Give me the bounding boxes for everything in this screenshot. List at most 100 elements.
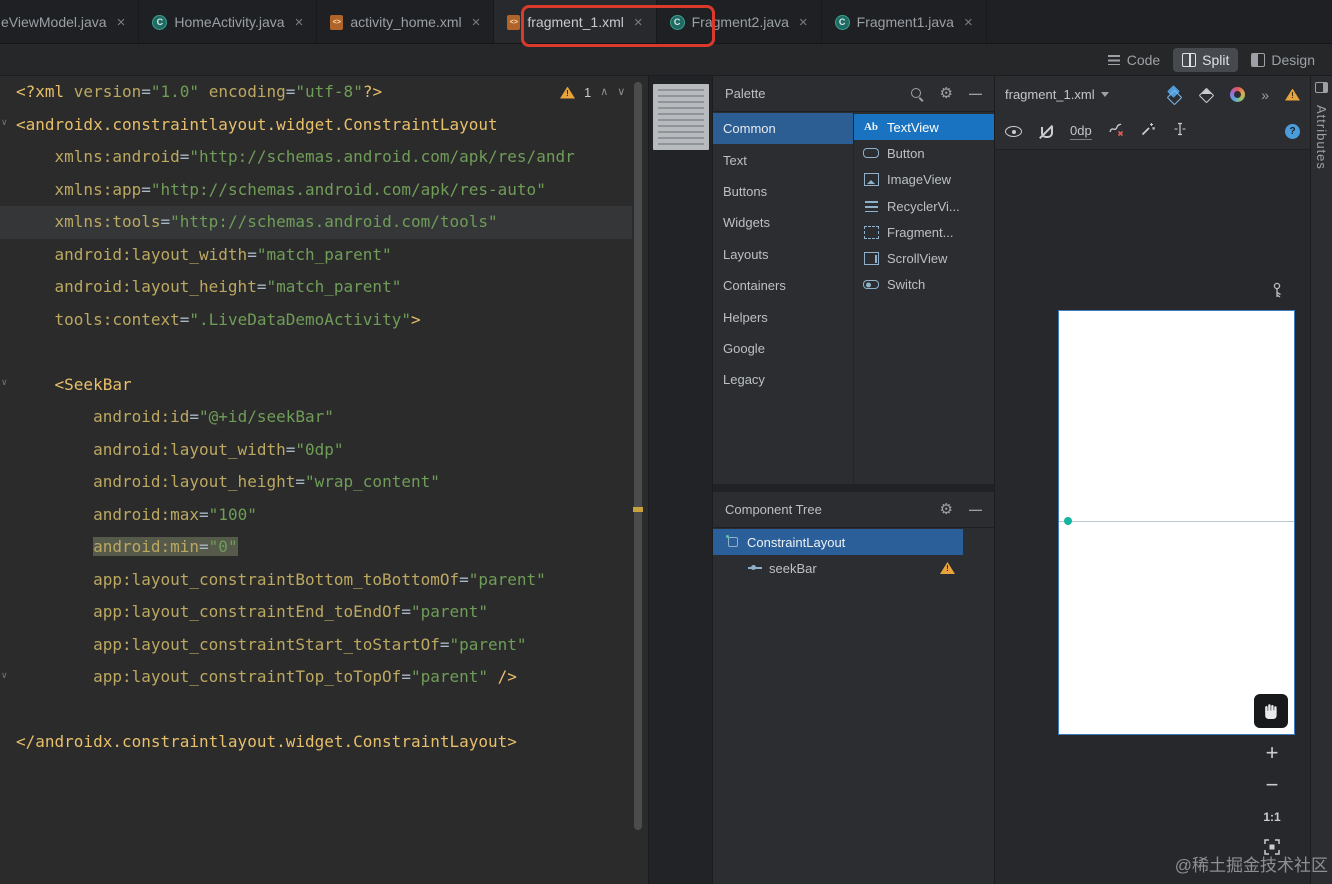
design-canvas[interactable]	[1058, 310, 1295, 735]
theme-color-wheel-icon[interactable]	[1230, 87, 1246, 102]
mode-label: Split	[1202, 51, 1230, 68]
palette-item-fragment[interactable]: Fragment...	[854, 219, 994, 245]
text-cursor-icon[interactable]	[1172, 121, 1188, 142]
warning-icon	[940, 562, 955, 574]
design-surface-layers-icon[interactable]	[1166, 87, 1182, 103]
palette-category-containers[interactable]: Containers	[713, 270, 853, 301]
minimap-preview	[653, 84, 709, 150]
palette-category-label: Common	[723, 121, 776, 137]
palette-category-google[interactable]: Google	[713, 333, 853, 364]
next-issue-chevron-icon[interactable]: ∨	[617, 87, 625, 98]
editor-tab-bar: eViewModel.java×HomeActivity.java×activi…	[0, 0, 1332, 44]
android-studio-window: eViewModel.java×HomeActivity.java×activi…	[0, 0, 1332, 884]
palette-item-imageview[interactable]: ImageView	[854, 167, 994, 193]
palette-category-label: Buttons	[723, 183, 768, 199]
chevron-down-icon	[1100, 92, 1109, 97]
panel-splitter[interactable]	[712, 484, 994, 492]
tab-label: HomeActivity.java	[174, 14, 285, 30]
fold-chevron-icon[interactable]: ∨	[1, 671, 8, 680]
code-line: </androidx.constraintlayout.widget.Const…	[16, 732, 517, 751]
palette-category-text[interactable]: Text	[713, 144, 853, 175]
textview-icon	[862, 120, 880, 134]
palette-category-legacy[interactable]: Legacy	[713, 364, 853, 395]
code-line: tools:context=".LiveDataDemoActivity">	[54, 309, 421, 329]
java-class-icon	[669, 14, 685, 30]
gear-icon[interactable]: ⚙	[940, 502, 953, 517]
seekbar-track	[1059, 521, 1294, 522]
design-toolbar-row-1: fragment_1.xml »	[995, 76, 1310, 113]
palette-item-label: ScrollView	[887, 251, 948, 267]
editor-tab-fragment1-java[interactable]: Fragment1.java ×	[821, 0, 987, 43]
editor-tab-activity-home-xml[interactable]: activity_home.xml ×	[317, 0, 495, 43]
palette-category-layouts[interactable]: Layouts	[713, 239, 853, 270]
editor-tab-homeactivity-java[interactable]: HomeActivity.java ×	[139, 0, 318, 43]
inspection-widget[interactable]: 1 ∧ ∨	[560, 85, 625, 100]
infer-constraints-wand-icon[interactable]	[1140, 121, 1156, 142]
code-line: android:id="@+id/seekBar"	[93, 407, 334, 426]
attributes-panel-strip[interactable]: Attributes	[1310, 76, 1332, 884]
zoom-actual-button[interactable]: 1:1	[1256, 802, 1288, 832]
tree-item-label: ConstraintLayout	[747, 534, 846, 550]
palette-category-helpers[interactable]: Helpers	[713, 301, 853, 332]
design-file-label: fragment_1.xml	[1005, 87, 1095, 102]
fragment-icon	[862, 225, 880, 239]
java-class-icon	[834, 14, 850, 30]
close-icon[interactable]: ×	[295, 15, 304, 30]
warning-stripe-mark[interactable]	[633, 507, 643, 512]
editor-tab-fragment-1-xml[interactable]: fragment_1.xml ×	[494, 0, 657, 43]
warning-icon	[560, 87, 575, 99]
layout-warning-icon[interactable]	[1285, 89, 1300, 101]
editor-tab-eviewmodel-java[interactable]: eViewModel.java ×	[0, 0, 140, 43]
blueprint-toggle-icon[interactable]	[1198, 87, 1214, 103]
more-actions-chevrons-icon[interactable]: »	[1261, 88, 1269, 102]
close-icon[interactable]: ×	[799, 15, 808, 30]
palette-category-label: Widgets	[723, 215, 770, 231]
mode-button-split[interactable]: Split	[1173, 47, 1239, 72]
design-toolbar-row-2: 0dp ?	[995, 113, 1310, 150]
fold-chevron-icon[interactable]: ∨	[1, 378, 8, 387]
editor-tab-fragment2-java[interactable]: Fragment2.java ×	[656, 0, 822, 43]
palette-category-label: Containers	[723, 278, 786, 294]
search-icon[interactable]	[910, 87, 924, 101]
design-file-selector[interactable]: fragment_1.xml	[1005, 87, 1109, 102]
code-editor[interactable]: <?xml version="1.0" encoding="utf-8"?> <a…	[0, 76, 648, 884]
mode-button-design[interactable]: Design	[1242, 48, 1324, 72]
tree-item-seekbar[interactable]: seekBar	[713, 555, 963, 581]
palette-category-buttons[interactable]: Buttons	[713, 176, 853, 207]
autoconnect-magnet-off-icon[interactable]	[1038, 124, 1054, 140]
recyclerview-icon	[862, 199, 880, 213]
component-tree-panel: Component Tree ⚙ — ConstraintLayout seekB…	[712, 492, 994, 884]
scrollbar-thumb[interactable]	[634, 82, 642, 830]
default-margin-selector[interactable]: 0dp	[1070, 123, 1092, 141]
minimize-icon[interactable]: —	[969, 503, 982, 516]
palette-item-scrollview[interactable]: ScrollView	[854, 245, 994, 271]
close-icon[interactable]: ×	[117, 15, 126, 30]
palette-item-recyclervi[interactable]: RecyclerVi...	[854, 193, 994, 219]
close-icon[interactable]: ×	[472, 15, 481, 30]
zoom-in-button[interactable]: +	[1256, 738, 1288, 768]
tab-label: Fragment2.java	[691, 14, 789, 30]
minimize-icon[interactable]: —	[969, 87, 982, 100]
close-icon[interactable]: ×	[964, 15, 973, 30]
editor-scrollbar[interactable]	[633, 82, 643, 838]
clear-constraints-icon[interactable]	[1108, 121, 1124, 142]
zoom-out-button[interactable]: −	[1256, 770, 1288, 800]
palette-category-label: Helpers	[723, 309, 768, 325]
pan-hand-button[interactable]	[1254, 694, 1288, 728]
palette-category-widgets[interactable]: Widgets	[713, 207, 853, 238]
gear-icon[interactable]: ⚙	[940, 86, 953, 101]
mode-button-code[interactable]: Code	[1098, 48, 1169, 72]
palette-item-switch[interactable]: Switch	[854, 272, 994, 298]
seekbar-thumb[interactable]	[1064, 517, 1072, 525]
palette-item-button[interactable]: Button	[854, 140, 994, 166]
palette-item-textview[interactable]: TextView	[854, 114, 994, 141]
prev-issue-chevron-icon[interactable]: ∧	[600, 87, 608, 98]
fold-chevron-icon[interactable]: ∨	[1, 118, 8, 127]
palette-category-common[interactable]: Common	[713, 113, 853, 145]
view-options-eye-icon[interactable]	[1005, 126, 1022, 137]
help-icon[interactable]: ?	[1285, 124, 1300, 139]
tree-item-constraintlayout[interactable]: ConstraintLayout	[713, 529, 963, 555]
close-icon[interactable]: ×	[634, 15, 643, 30]
scrollview-icon	[862, 252, 880, 266]
